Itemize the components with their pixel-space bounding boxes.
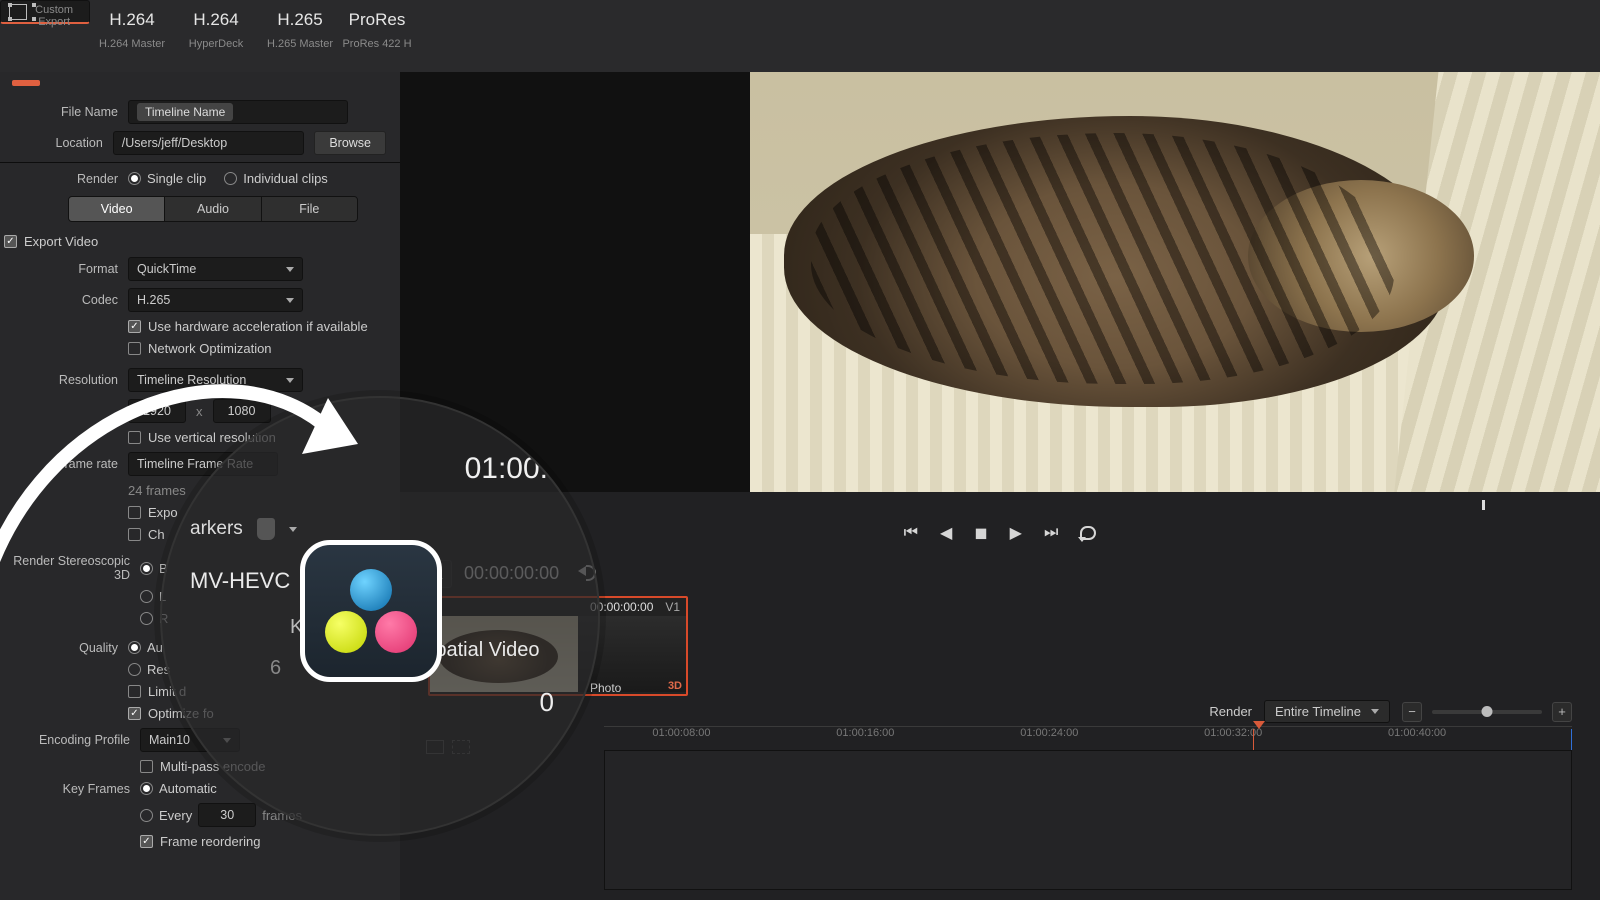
frame-reorder-checkbox[interactable]: ✓ <box>140 835 153 848</box>
settings-tabs: Video Audio File <box>68 196 358 222</box>
optimize-checkbox[interactable]: ✓ <box>128 707 141 720</box>
render-label: Render <box>10 172 128 186</box>
enc-profile-label: Encoding Profile <box>10 733 140 747</box>
keyframes-label: Key Frames <box>10 782 140 796</box>
preset-hyperdeck[interactable]: H.264 HyperDeck <box>174 0 258 72</box>
quality-restrict-radio[interactable] <box>128 663 141 676</box>
loop-button[interactable] <box>1080 526 1096 540</box>
chevron-down-icon <box>289 527 297 532</box>
netopt-label: Network Optimization <box>148 341 272 356</box>
ruler-tick: 01:00:40:00 <box>1388 727 1446 739</box>
keyframes-every-radio[interactable] <box>140 809 153 822</box>
preset-h265-master[interactable]: H.265 H.265 Master <box>258 0 342 72</box>
ruler-tick: 01:00:24:00 <box>1020 727 1078 739</box>
preset-h264-master[interactable]: H.264 H.264 Master <box>90 0 174 72</box>
stereo-label: Render Stereoscopic 3D <box>10 554 140 582</box>
render-range-bar: Render Entire Timeline − + <box>1209 700 1572 723</box>
preview-frame <box>750 22 1600 492</box>
codec-label: Codec <box>10 293 128 307</box>
netopt-checkbox[interactable] <box>128 342 141 355</box>
timeline-zoom: − + <box>1402 702 1572 722</box>
stereo-both-radio[interactable] <box>140 562 153 575</box>
file-name-label: File Name <box>10 105 128 119</box>
keyframes-auto-radio[interactable] <box>140 782 153 795</box>
codec-select[interactable]: H.265 <box>128 288 303 312</box>
preset-custom-export[interactable]: Custom Export <box>0 0 90 24</box>
lens-timecode: 01:00. <box>190 452 548 486</box>
zoom-slider[interactable] <box>1432 710 1542 714</box>
quality-auto-radio[interactable] <box>128 641 141 654</box>
render-range-select[interactable]: Entire Timeline <box>1264 700 1390 723</box>
zoom-out-button[interactable]: − <box>1402 702 1422 722</box>
first-frame-button[interactable]: ⏮ <box>904 524 918 542</box>
location-field[interactable]: /Users/jeff/Desktop <box>113 131 305 155</box>
play-button[interactable]: ▶ <box>1010 523 1022 543</box>
timeline-tracks[interactable] <box>604 750 1572 890</box>
timeline-ruler[interactable]: 01:00:08:00 01:00:16:00 01:00:24:00 01:0… <box>604 726 1572 750</box>
render-single-radio[interactable] <box>128 172 141 185</box>
chevron-down-icon <box>286 378 294 383</box>
tab-video[interactable]: Video <box>69 197 165 221</box>
frame-rate-label: Frame rate <box>10 457 128 471</box>
badge-3d: 3D <box>668 680 682 692</box>
preset-prores[interactable]: ProRes ProRes 422 H <box>342 0 412 72</box>
clip-track-label: V1 <box>665 600 680 614</box>
format-select[interactable]: QuickTime <box>128 257 303 281</box>
tab-file[interactable]: File <box>262 197 357 221</box>
hwaccel-label: Use hardware acceleration if available <box>148 319 368 334</box>
browse-button[interactable]: Browse <box>314 131 386 155</box>
location-label: Location <box>10 136 113 150</box>
expo-checkbox[interactable] <box>128 506 141 519</box>
quality-label: Quality <box>10 641 128 655</box>
davinci-resolve-icon <box>300 540 442 682</box>
chevron-down-icon <box>1371 709 1379 714</box>
tab-audio[interactable]: Audio <box>165 197 261 221</box>
stop-button[interactable]: ◼ <box>974 523 987 543</box>
ch-checkbox[interactable] <box>128 528 141 541</box>
last-frame-button[interactable]: ⏭ <box>1044 524 1058 542</box>
use-vertical-checkbox[interactable] <box>128 431 141 444</box>
resolution-select[interactable]: Timeline Resolution <box>128 368 303 392</box>
filmstrip-icon <box>9 4 27 20</box>
chevron-down-icon <box>286 298 294 303</box>
limit-checkbox[interactable] <box>128 685 141 698</box>
ruler-tick: 01:00:16:00 <box>836 727 894 739</box>
export-video-label: Export Video <box>24 234 98 249</box>
resolution-label: Resolution <box>10 373 128 387</box>
stereo-right-radio[interactable] <box>140 612 153 625</box>
format-label: Format <box>10 262 128 276</box>
zoom-in-button[interactable]: + <box>1552 702 1572 722</box>
export-presets: Custom Export H.264 H.264 Master H.264 H… <box>0 0 1600 72</box>
ruler-tick: 01:00:08:00 <box>652 727 710 739</box>
lens-markers-label: arkers <box>190 518 243 540</box>
marker-icon <box>257 518 275 540</box>
multipass-checkbox[interactable] <box>140 760 153 773</box>
out-marker[interactable] <box>1482 500 1485 510</box>
file-name-field[interactable]: Timeline Name <box>128 100 348 124</box>
playhead-icon[interactable] <box>1253 721 1265 729</box>
render-single-label: Single clip <box>147 171 206 186</box>
export-video-checkbox[interactable]: ✓ <box>4 235 17 248</box>
lens-mvhevc-label: MV-HEVC <box>190 568 290 594</box>
stereo-left-radio[interactable] <box>140 590 153 603</box>
hwaccel-checkbox[interactable]: ✓ <box>128 320 141 333</box>
render-range-label: Render <box>1209 704 1252 719</box>
step-back-button[interactable]: ◀ <box>940 523 952 543</box>
accent-bar <box>12 80 40 86</box>
render-individual-label: Individual clips <box>243 171 328 186</box>
render-individual-radio[interactable] <box>224 172 237 185</box>
lens-zero: 0 <box>540 687 554 718</box>
chevron-down-icon <box>286 267 294 272</box>
